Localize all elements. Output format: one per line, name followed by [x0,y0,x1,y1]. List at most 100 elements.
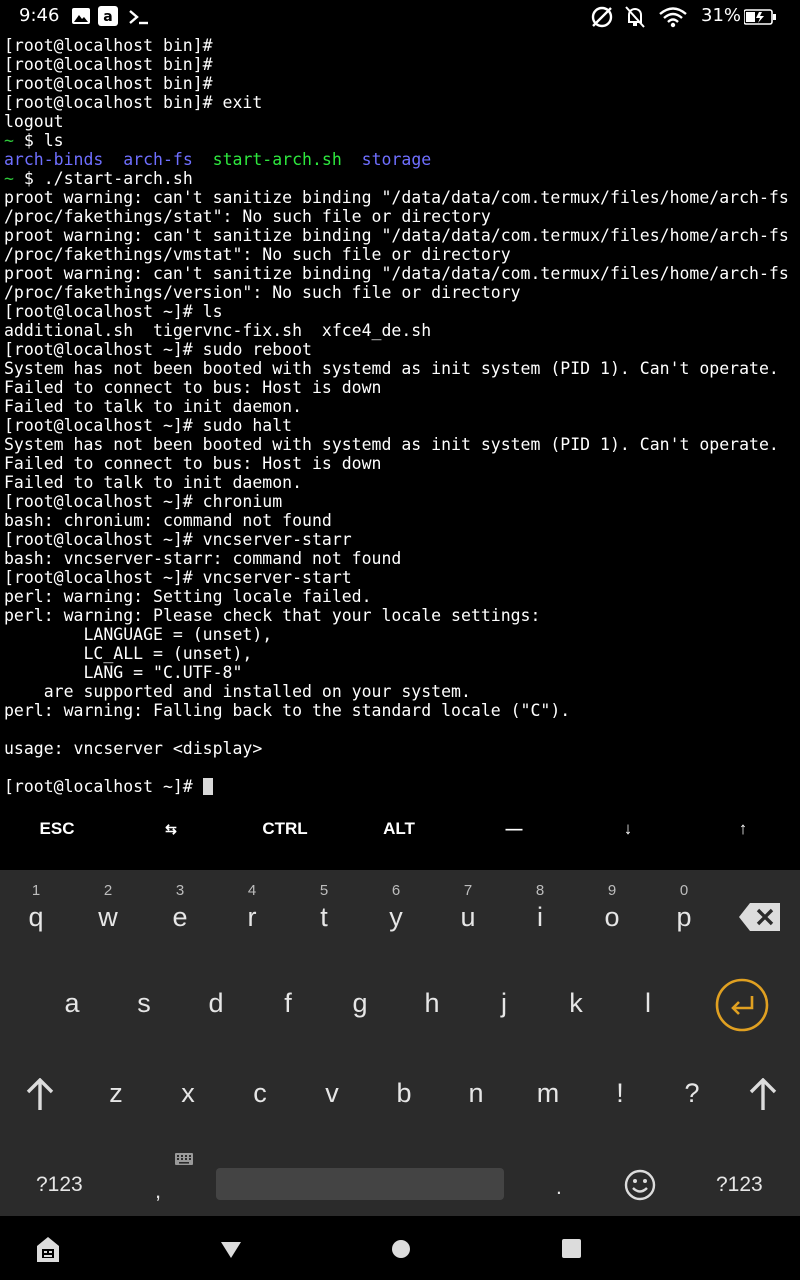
terminal-text: System has not been booted with systemd … [4,435,779,454]
keyboard-settings-icon [175,1153,193,1165]
terminal-text: /proc/fakethings/stat": No such file or … [4,207,491,226]
key-a[interactable]: a [37,970,107,1040]
key-k[interactable]: k [541,970,611,1040]
key-d[interactable]: d [181,970,251,1040]
terminal-line: logout [4,112,64,131]
key-label: w [98,902,118,932]
key-label: v [325,1078,339,1108]
key-hint: 9 [607,882,617,899]
key-c[interactable]: c [225,1060,295,1130]
key-g[interactable]: g [325,970,395,1040]
terminal-text: [root@localhost ~]# [4,777,203,796]
key-y[interactable]: 6y [361,882,431,954]
home-icon[interactable] [390,1238,412,1260]
key-t[interactable]: 5t [289,882,359,954]
key-p[interactable]: 0p [649,882,719,954]
terminal-line: [root@localhost ~]# ls [4,302,223,321]
terminal-line: ~ $ ls [4,131,64,150]
key-exclamation[interactable]: ! [585,1060,655,1130]
terminal-line: [root@localhost ~]# vncserver-start [4,568,352,587]
terminal-text: $ ./start-arch.sh [13,169,193,188]
period-key[interactable]: . [556,1176,562,1200]
key-s[interactable]: s [109,970,179,1040]
terminal-line: bash: chronium: command not found [4,511,332,530]
image-icon [72,8,90,24]
key-h[interactable]: h [397,970,467,1040]
terminal-line: Failed to talk to init daemon. [4,473,302,492]
terminal-text: usage: vncserver <display> [4,739,263,758]
terminal-output[interactable]: [root@localhost bin]# [root@localhost bin… [0,36,800,808]
key-w[interactable]: 2w [73,882,143,954]
key-question[interactable]: ? [657,1060,727,1130]
keyboard-switch-icon[interactable] [34,1234,62,1264]
terminal-line: additional.sh tigervnc-fix.sh xfce4_de.s… [4,321,431,340]
enter-key[interactable] [715,978,769,1032]
terminal-text: [root@localhost ~]# ls [4,302,223,321]
key-i[interactable]: 8i [505,882,575,954]
battery-charging-icon [744,9,776,25]
key-q[interactable]: 1q [1,882,71,954]
terminal-text: [root@localhost ~]# vncserver-starr [4,530,352,549]
shift-left-icon[interactable] [24,1078,56,1112]
key-z[interactable]: z [81,1060,151,1130]
terminal-line: /proc/fakethings/stat": No such file or … [4,207,491,226]
terminal-text: LANG = "C.UTF-8" [4,663,243,682]
terminal-line: proot warning: can't sanitize binding "/… [4,226,789,245]
emoji-icon[interactable] [624,1169,656,1201]
key-r[interactable]: 4r [217,882,287,954]
back-icon[interactable] [219,1240,243,1260]
key-hint: 5 [319,882,329,899]
key-x[interactable]: x [153,1060,223,1130]
key-m[interactable]: m [513,1060,583,1130]
backspace-icon[interactable] [738,902,782,932]
symbols-key-right[interactable]: ?123 [716,1173,763,1197]
terminal-icon [129,10,148,25]
key-l[interactable]: l [613,970,683,1040]
tab-key[interactable]: ⇆ [114,808,228,850]
key-label: x [181,1078,195,1108]
key-label: o [604,902,620,932]
terminal-text: [root@localhost ~]# sudo halt [4,416,293,435]
recents-icon[interactable] [561,1238,583,1260]
key-label: f [284,988,292,1018]
terminal-text: [root@localhost ~]# sudo reboot [4,340,312,359]
key-b[interactable]: b [369,1060,439,1130]
terminal-line: [root@localhost bin]# [4,55,213,74]
alt-key[interactable]: ALT [342,808,456,850]
arrow-down-key[interactable]: ↓ [571,808,685,850]
key-u[interactable]: 7u [433,882,503,954]
status-bar: 9:46 a 31% [0,0,800,34]
key-e[interactable]: 3e [145,882,215,954]
terminal-line: [root@localhost bin]# exit [4,93,262,112]
key-j[interactable]: j [469,970,539,1040]
terminal-line: [root@localhost ~]# sudo halt [4,416,292,435]
terminal-text: [root@localhost ~]# vncserver-start [4,568,352,587]
symbols-key-left[interactable]: ?123 [36,1173,83,1197]
key-v[interactable]: v [297,1060,367,1130]
terminal-text: [root@localhost bin]# exit [4,93,263,112]
arrow-up-key[interactable]: ↑ [686,808,800,850]
key-label: s [137,988,151,1018]
dash-key[interactable]: — [457,808,571,850]
battery-percent: 31% [701,5,742,26]
terminal-text: Failed to talk to init daemon. [4,473,303,492]
terminal-line: [root@localhost ~]# [4,777,203,796]
terminal-text: arch-fs [123,150,193,169]
key-hint: 6 [391,882,401,899]
key-f[interactable]: f [253,970,323,1040]
terminal-text: perl: warning: Falling back to the stand… [4,701,571,720]
esc-key[interactable]: ESC [0,808,114,850]
terminal-text: storage [361,150,432,169]
shift-right-icon[interactable] [747,1078,779,1112]
space-bar[interactable] [216,1168,504,1200]
key-o[interactable]: 9o [577,882,647,954]
key-n[interactable]: n [441,1060,511,1130]
key-label: t [320,902,328,932]
terminal-text: LC_ALL = (unset), [4,644,253,663]
terminal-text: bash: vncserver-starr: command not found [4,549,402,568]
terminal-text: perl: warning: Please check that your lo… [4,606,541,625]
terminal-line: [root@localhost ~]# chronium [4,492,282,511]
ctrl-key[interactable]: CTRL [228,808,342,850]
comma-key[interactable]: , [155,1178,161,1204]
